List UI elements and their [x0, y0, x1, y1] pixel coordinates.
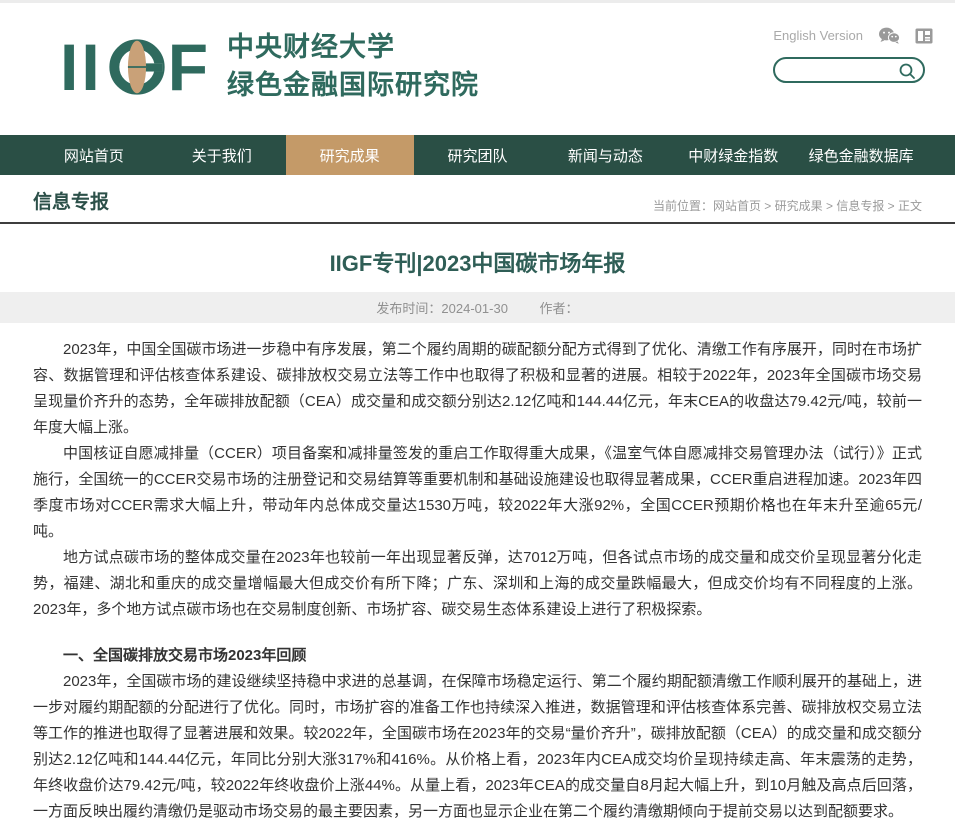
newspaper-icon[interactable] [915, 28, 933, 44]
author-label: 作者： [540, 301, 579, 316]
iigf-logo[interactable]: II F 中央财经大学 绿色金融国际研究院 [60, 29, 479, 105]
nav-item-news[interactable]: 新闻与动态 [541, 135, 669, 175]
section-title: 信息专报 [33, 187, 109, 214]
publish-time: 发布时间：2024-01-30 [376, 301, 508, 316]
header-utilities: English Version [773, 27, 933, 83]
logo-letter-f: F [168, 34, 211, 100]
paragraph: 中国核证自愿减排量（CCER）项目备案和减排量签发的重启工作取得重大成果，《温室… [33, 441, 922, 545]
search-icon[interactable] [897, 61, 917, 81]
paragraph: 地方试点碳市场的整体成交量在2023年也较前一年出现显著反弹，达7012万吨，但… [33, 545, 922, 623]
article-title: IIGF专刊|2023中国碳市场年报 [33, 246, 922, 278]
nav-item-green-database[interactable]: 绿色金融数据库 [797, 135, 925, 175]
nav-item-research-team[interactable]: 研究团队 [414, 135, 542, 175]
section-bar: 信息专报 当前位置：网站首页 > 研究成果 > 信息专报 > 正文 [0, 175, 955, 224]
nav-item-research-results[interactable]: 研究成果 [286, 135, 414, 175]
logo-org-name: 中央财经大学 绿色金融国际研究院 [227, 29, 479, 105]
article-body: 2023年，中国全国碳市场进一步稳中有序发展，第二个履约周期的碳配额分配方式得到… [0, 323, 955, 820]
iigf-logotype: II F [60, 34, 211, 100]
globe-icon [108, 38, 166, 96]
search-input[interactable] [785, 63, 903, 78]
main-nav: 网站首页 关于我们 研究成果 研究团队 新闻与动态 中财绿金指数 绿色金融数据库 [0, 135, 955, 175]
site-header: II F 中央财经大学 绿色金融国际研究院 English Version [0, 3, 955, 135]
nav-item-home[interactable]: 网站首页 [30, 135, 158, 175]
search-box [773, 57, 925, 83]
org-name-line2: 绿色金融国际研究院 [227, 67, 479, 105]
wechat-icon[interactable] [878, 27, 900, 44]
paragraph: 2023年，中国全国碳市场进一步稳中有序发展，第二个履约周期的碳配额分配方式得到… [33, 337, 922, 441]
section-heading: 一、全国碳排放交易市场2023年回顾 [33, 643, 922, 669]
logo-letters-ii: II [60, 34, 103, 100]
breadcrumb[interactable]: 当前位置：网站首页 > 研究成果 > 信息专报 > 正文 [653, 197, 922, 214]
nav-item-about[interactable]: 关于我们 [158, 135, 286, 175]
paragraph: 2023年，全国碳市场的建设继续坚持稳中求进的总基调，在保障市场稳定运行、第二个… [33, 669, 922, 820]
nav-item-green-index[interactable]: 中财绿金指数 [669, 135, 797, 175]
org-name-line1: 中央财经大学 [227, 29, 479, 67]
english-version-link[interactable]: English Version [773, 28, 863, 43]
article-meta-bar: 发布时间：2024-01-30 作者： [0, 292, 955, 323]
